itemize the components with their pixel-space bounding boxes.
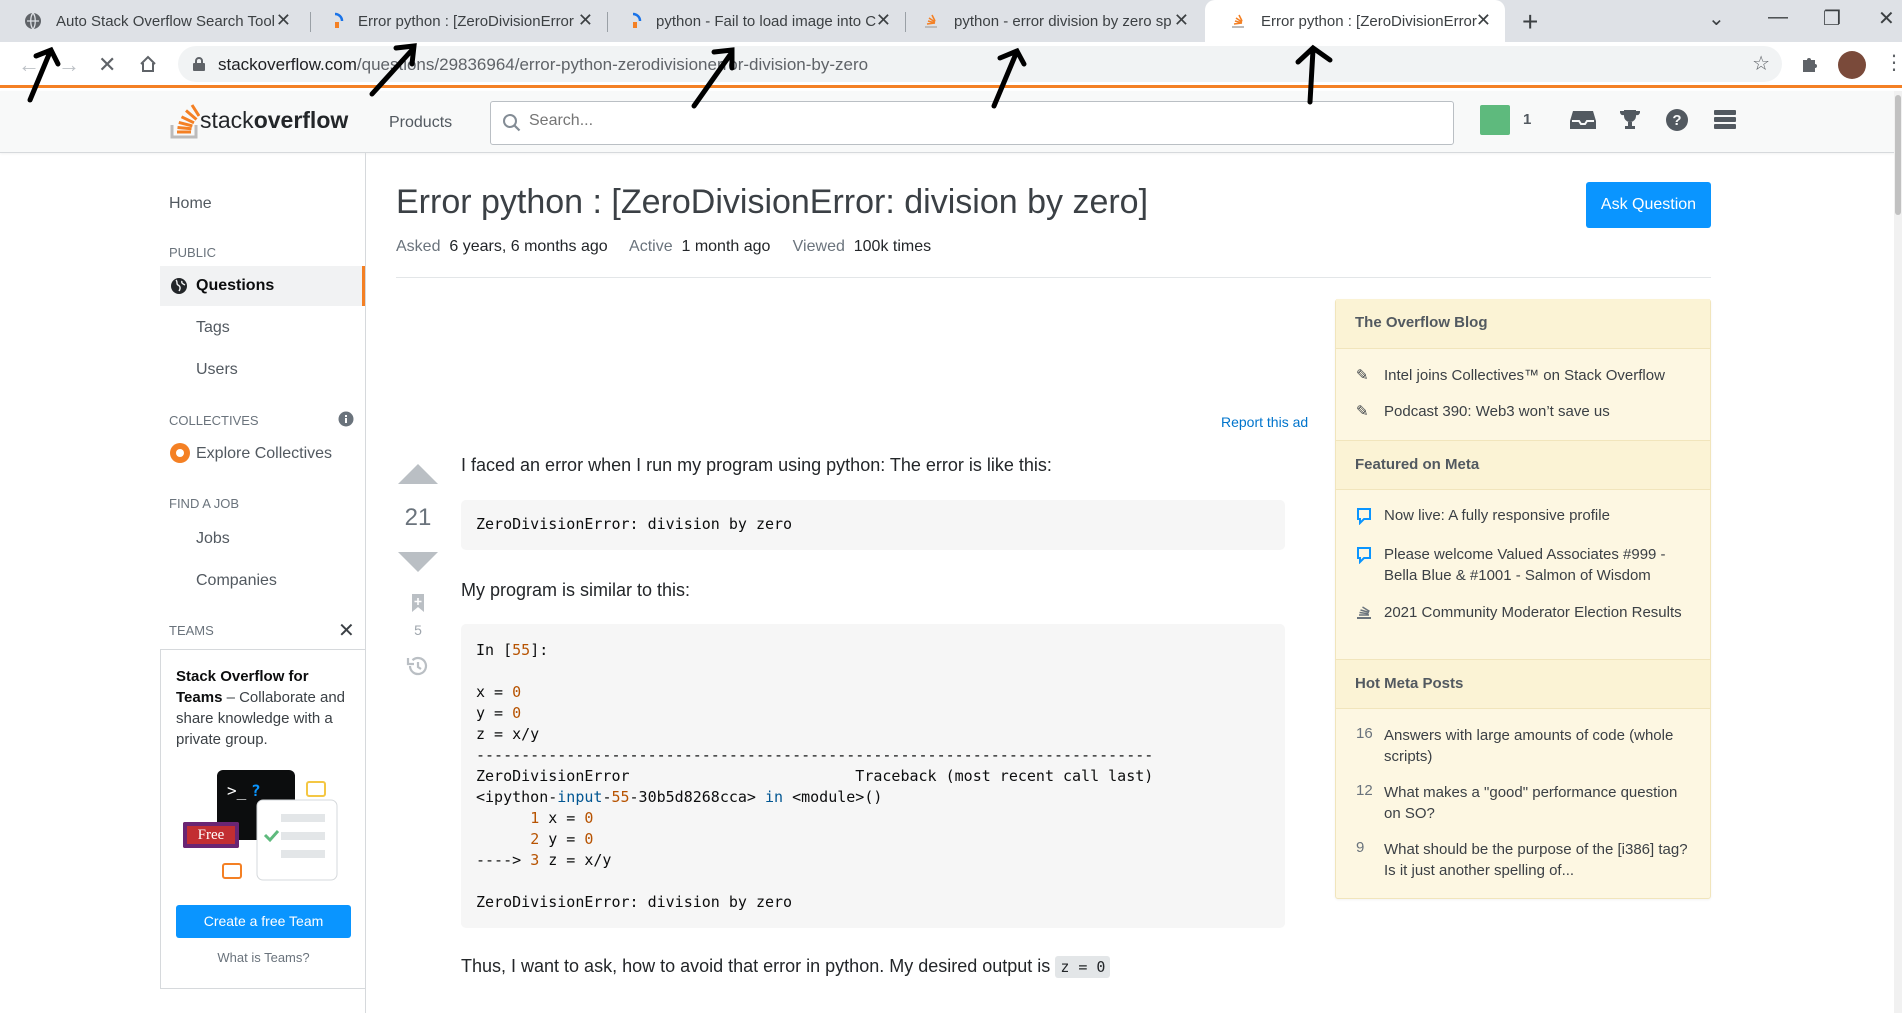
active-label: Active [629, 238, 673, 255]
globe-icon [171, 278, 187, 294]
nav-home[interactable]: Home [169, 195, 212, 213]
asked-label: Asked [396, 238, 441, 255]
post-paragraph: Thus, I want to ask, how to avoid that e… [461, 956, 1111, 978]
code-line: 2 y = 0 [530, 830, 594, 848]
meta-item[interactable]: Please welcome Valued Associates #999 - … [1384, 544, 1694, 586]
hot-post-item[interactable]: What should be the purpose of the [i386]… [1384, 839, 1694, 881]
ask-question-button[interactable]: Ask Question [1586, 182, 1711, 228]
code-block-program: In [55]: x = 0 y = 0 z = x/y -----------… [461, 624, 1285, 928]
upvote-arrow-icon[interactable] [398, 464, 438, 484]
code-block-error: ZeroDivisionError: division by zero [461, 500, 1285, 550]
nav-section-find-job: FIND A JOB [169, 496, 240, 511]
what-is-teams-link[interactable]: What is Teams? [161, 950, 366, 965]
nav-section-teams: TEAMS [169, 623, 214, 638]
post-paragraph: My program is similar to this: [461, 580, 691, 600]
pencil-icon: ✎ [1356, 367, 1369, 384]
create-free-team-button[interactable]: Create a free Team [176, 905, 351, 938]
blog-header: The Overflow Blog [1336, 299, 1710, 349]
question-title[interactable]: Error python : [ZeroDivisionError: divis… [396, 183, 1148, 222]
history-icon[interactable] [406, 655, 430, 677]
teams-promo-card: Stack Overflow for Teams – Collaborate a… [160, 649, 365, 989]
nav-companies[interactable]: Companies [196, 572, 277, 590]
bookmark-icon[interactable] [411, 593, 425, 613]
code-line: z = x/y [476, 725, 540, 743]
nav-jobs[interactable]: Jobs [196, 530, 230, 548]
pencil-icon: ✎ [1356, 403, 1369, 420]
active-value[interactable]: 1 month ago [681, 238, 770, 255]
svg-text:?: ? [251, 781, 261, 800]
annotation-arrows [27, 43, 1333, 109]
inline-code: z = 0 [1055, 956, 1111, 978]
meta-item[interactable]: 2021 Community Moderator Election Result… [1384, 602, 1694, 623]
nav-users[interactable]: Users [196, 361, 238, 379]
code-line: y = 0 [476, 704, 522, 722]
meta-item[interactable]: Now live: A fully responsive profile [1384, 505, 1694, 526]
downvote-arrow-icon[interactable] [398, 552, 438, 572]
close-teams-icon[interactable]: ✕ [338, 618, 355, 643]
annotation-arrow [369, 43, 417, 97]
annotation-arrow [1295, 44, 1333, 105]
title-divider [396, 277, 1711, 278]
blog-item[interactable]: Podcast 390: Web3 won’t save us [1384, 401, 1694, 422]
left-sidebar: Home PUBLIC Questions Tags Users COLLECT… [160, 153, 366, 1013]
code-line: x = 0 [476, 683, 522, 701]
hot-post-item[interactable]: Answers with large amounts of code (whol… [1384, 725, 1694, 767]
blog-item[interactable]: Intel joins Collectives™ on Stack Overfl… [1384, 365, 1694, 386]
hot-post-item[interactable]: What makes a "good" performance question… [1384, 782, 1694, 824]
hot-meta-header: Hot Meta Posts [1336, 659, 1710, 709]
vote-count: 21 [404, 504, 432, 531]
code-line: ZeroDivisionError Traceback (most recent… [476, 767, 1154, 785]
collectives-icon [170, 443, 190, 463]
nav-questions-active[interactable]: Questions [160, 266, 365, 306]
chat-bubble-icon [1357, 508, 1371, 525]
code-line: ZeroDivisionError: division by zero [476, 515, 793, 533]
code-line: ----> 3 z = x/y [476, 851, 612, 869]
svg-text:>_: >_ [227, 781, 247, 800]
post-paragraph: I faced an error when I run my program u… [461, 455, 1052, 475]
hot-post-count: 9 [1356, 839, 1365, 856]
hot-post-count: 12 [1356, 782, 1373, 799]
free-badge: Free [183, 822, 239, 848]
annotation-arrow [691, 47, 735, 109]
report-ad-link[interactable]: Report this ad [1221, 414, 1308, 430]
viewed-value: 100k times [853, 238, 932, 255]
overflow-blog-widget: The Overflow Blog ✎ Intel joins Collecti… [1335, 299, 1711, 899]
bookmark-count: 5 [414, 622, 422, 638]
chat-bubble-icon [1357, 547, 1371, 564]
featured-meta-header: Featured on Meta [1336, 440, 1710, 490]
nav-tags[interactable]: Tags [196, 319, 230, 337]
question-meta: Asked 6 years, 6 months ago Active 1 mon… [396, 238, 931, 256]
asked-value: 6 years, 6 months ago [449, 238, 608, 255]
code-line: In [55]: [476, 641, 549, 659]
nav-explore-collectives[interactable]: Explore Collectives [196, 445, 332, 463]
code-line: ZeroDivisionError: division by zero [476, 893, 793, 911]
code-line: ----------------------------------------… [476, 746, 1154, 764]
page-scrollbar[interactable] [1894, 91, 1902, 1013]
annotation-arrow [991, 47, 1027, 109]
nav-questions-label: Questions [196, 277, 275, 294]
code-line: 1 x = 0 [530, 809, 594, 827]
teams-description: Stack Overflow for Teams – Collaborate a… [176, 668, 346, 748]
annotation-arrow [27, 46, 61, 103]
nav-section-public: PUBLIC [169, 245, 216, 260]
hot-post-count: 16 [1356, 725, 1373, 742]
nav-section-collectives: COLLECTIVES [169, 413, 259, 428]
code-line: <ipython-input-55-30b5d8268cca> in <modu… [476, 788, 883, 806]
stackexchange-icon [1357, 606, 1371, 619]
info-icon[interactable] [338, 411, 354, 427]
viewed-label: Viewed [792, 238, 845, 255]
